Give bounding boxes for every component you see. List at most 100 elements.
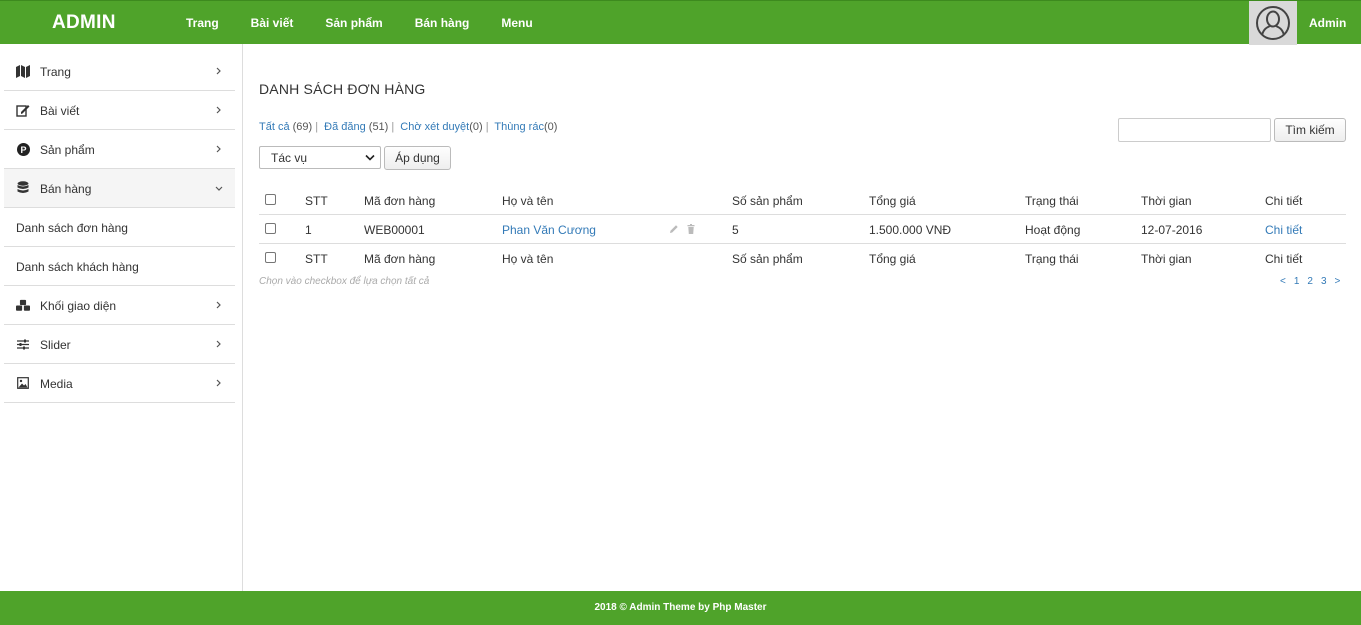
edit-pencil-icon[interactable] xyxy=(669,224,679,234)
column-footer-status: Trạng thái xyxy=(1025,252,1079,266)
column-header-name: Họ và tên xyxy=(502,194,554,208)
column-footer-stt: STT xyxy=(305,252,328,266)
sidebar-item-bai-viet[interactable]: Bài viết xyxy=(4,91,235,130)
top-nav-trang[interactable]: Trang xyxy=(170,1,235,45)
filter-trash-count: (0) xyxy=(543,121,558,133)
cell-qty: 5 xyxy=(732,223,739,237)
database-icon xyxy=(16,181,30,195)
sidebar-item-label: Bán hàng xyxy=(40,182,92,196)
trash-icon[interactable] xyxy=(686,224,696,234)
status-filter-bar: Tất cả (69) | Đã đăng (51) | Chờ xét duyệt… xyxy=(259,121,558,133)
column-footer-name: Họ và tên xyxy=(502,252,554,266)
column-header-stt: STT xyxy=(305,194,328,208)
table-row: 1 WEB00001 Phan Văn Cương 5 1.500.000 VN… xyxy=(259,215,1346,244)
top-nav-ban-hang[interactable]: Bán hàng xyxy=(399,1,486,45)
cell-customer-name-link[interactable]: Phan Văn Cương xyxy=(502,223,596,237)
column-footer-date: Thời gian xyxy=(1141,252,1192,266)
sidebar-item-ban-hang[interactable]: Bán hàng xyxy=(4,169,235,208)
column-header-qty: Số sản phẩm xyxy=(732,194,803,208)
sidebar-subitem-danh-sach-khach-hang[interactable]: Danh sách khách hàng xyxy=(4,247,235,286)
filter-published-link[interactable]: Đã đăng xyxy=(324,121,366,133)
chevron-right-icon xyxy=(216,145,221,153)
sidebar-subitem-label: Danh sách khách hàng xyxy=(16,260,139,274)
chevron-right-icon xyxy=(216,379,221,387)
sidebar-item-label: Trang xyxy=(40,65,71,79)
sidebar-item-label: Khối giao diện xyxy=(40,299,117,313)
table-footer-row: STT Mã đơn hàng Họ và tên Số sản phẩm Tổ… xyxy=(259,244,1346,273)
filter-trash-link[interactable]: Thùng rác xyxy=(494,121,544,133)
chevron-right-icon xyxy=(216,106,221,114)
top-navbar: ADMIN Trang Bài viết Sản phẩm Bán hàng M… xyxy=(0,0,1361,45)
chevron-right-icon xyxy=(216,67,221,75)
sidebar: Trang Bài viết P Sản phẩm Bán hàng Danh … xyxy=(0,44,243,591)
svg-text:P: P xyxy=(20,145,26,155)
user-avatar[interactable] xyxy=(1249,1,1297,45)
sidebar-item-label: Media xyxy=(40,377,73,391)
column-header-status: Trạng thái xyxy=(1025,194,1079,208)
sidebar-subitem-label: Danh sách đơn hàng xyxy=(16,221,128,235)
pagination-page-1[interactable]: 1 xyxy=(1294,276,1300,287)
pagination-next[interactable]: > xyxy=(1335,276,1341,287)
page-footer: 2018 © Admin Theme by Php Master xyxy=(0,591,1361,625)
filter-all-count: (69) xyxy=(292,121,313,133)
chevron-down-icon xyxy=(215,186,223,191)
pagination-page-2[interactable]: 2 xyxy=(1307,276,1313,287)
chevron-down-icon xyxy=(365,154,375,161)
chevron-right-icon xyxy=(216,301,221,309)
sidebar-item-label: Slider xyxy=(40,338,71,352)
column-header-code: Mã đơn hàng xyxy=(364,194,436,208)
column-footer-detail: Chi tiết xyxy=(1265,252,1303,266)
column-header-date: Thời gian xyxy=(1141,194,1192,208)
select-hint-text: Chọn vào checkbox để lựa chọn tất cả xyxy=(259,276,430,287)
cell-date: 12-07-2016 xyxy=(1141,223,1203,237)
image-icon xyxy=(16,376,30,390)
select-all-checkbox-footer[interactable] xyxy=(265,252,276,263)
sidebar-item-slider[interactable]: Slider xyxy=(4,325,235,364)
row-checkbox[interactable] xyxy=(265,223,276,234)
top-nav-menu-link[interactable]: Menu xyxy=(485,1,548,45)
search-input[interactable] xyxy=(1118,118,1271,142)
sidebar-item-trang[interactable]: Trang xyxy=(4,52,235,91)
top-nav-menu: Trang Bài viết Sản phẩm Bán hàng Menu xyxy=(170,1,549,45)
bulk-action-select[interactable]: Tác vụ xyxy=(259,146,381,169)
cell-detail-link[interactable]: Chi tiết xyxy=(1265,223,1302,237)
sidebar-subitem-danh-sach-don-hang[interactable]: Danh sách đơn hàng xyxy=(4,208,235,247)
top-nav-bai-viet[interactable]: Bài viết xyxy=(235,1,310,45)
sliders-icon xyxy=(16,337,30,351)
filter-pending-link[interactable]: Chờ xét duyệt xyxy=(400,121,469,133)
table-header-row: STT Mã đơn hàng Họ và tên Số sản phẩm Tổ… xyxy=(259,186,1346,215)
apply-button[interactable]: Áp dụng xyxy=(384,146,451,170)
filter-all-link[interactable]: Tất cả xyxy=(259,121,290,133)
column-footer-total: Tổng giá xyxy=(869,252,916,266)
top-nav-san-pham[interactable]: Sản phẩm xyxy=(309,1,398,45)
chevron-right-icon xyxy=(216,340,221,348)
cubes-icon xyxy=(16,298,30,312)
bulk-action-value: Tác vụ xyxy=(271,151,308,165)
user-avatar-icon xyxy=(1256,6,1290,40)
user-name[interactable]: Admin xyxy=(1309,16,1346,30)
cell-order-code: WEB00001 xyxy=(364,223,425,237)
column-footer-qty: Số sản phẩm xyxy=(732,252,803,266)
pagination-page-3[interactable]: 3 xyxy=(1321,276,1327,287)
sidebar-item-san-pham[interactable]: P Sản phẩm xyxy=(4,130,235,169)
column-header-total: Tổng giá xyxy=(869,194,916,208)
sidebar-item-media[interactable]: Media xyxy=(4,364,235,403)
page-title: DANH SÁCH ĐƠN HÀNG xyxy=(259,81,426,97)
product-icon: P xyxy=(16,142,30,156)
search-button[interactable]: Tìm kiếm xyxy=(1274,118,1346,142)
column-footer-code: Mã đơn hàng xyxy=(364,252,436,266)
map-icon xyxy=(16,64,30,78)
sidebar-item-khoi-giao-dien[interactable]: Khối giao diện xyxy=(4,286,235,325)
brand-logo[interactable]: ADMIN xyxy=(52,12,116,34)
column-header-detail: Chi tiết xyxy=(1265,194,1303,208)
select-all-checkbox[interactable] xyxy=(265,194,276,205)
edit-icon xyxy=(16,103,30,117)
sidebar-item-label: Sản phẩm xyxy=(40,143,95,157)
cell-status: Hoạt động xyxy=(1025,223,1081,237)
cell-stt: 1 xyxy=(305,223,312,237)
sidebar-item-label: Bài viết xyxy=(40,104,80,118)
pagination: < 1 2 3 > xyxy=(1280,276,1340,287)
filter-pending-count: (0) xyxy=(469,121,483,133)
pagination-prev[interactable]: < xyxy=(1280,276,1286,287)
filter-published-count: (51) xyxy=(368,121,389,133)
